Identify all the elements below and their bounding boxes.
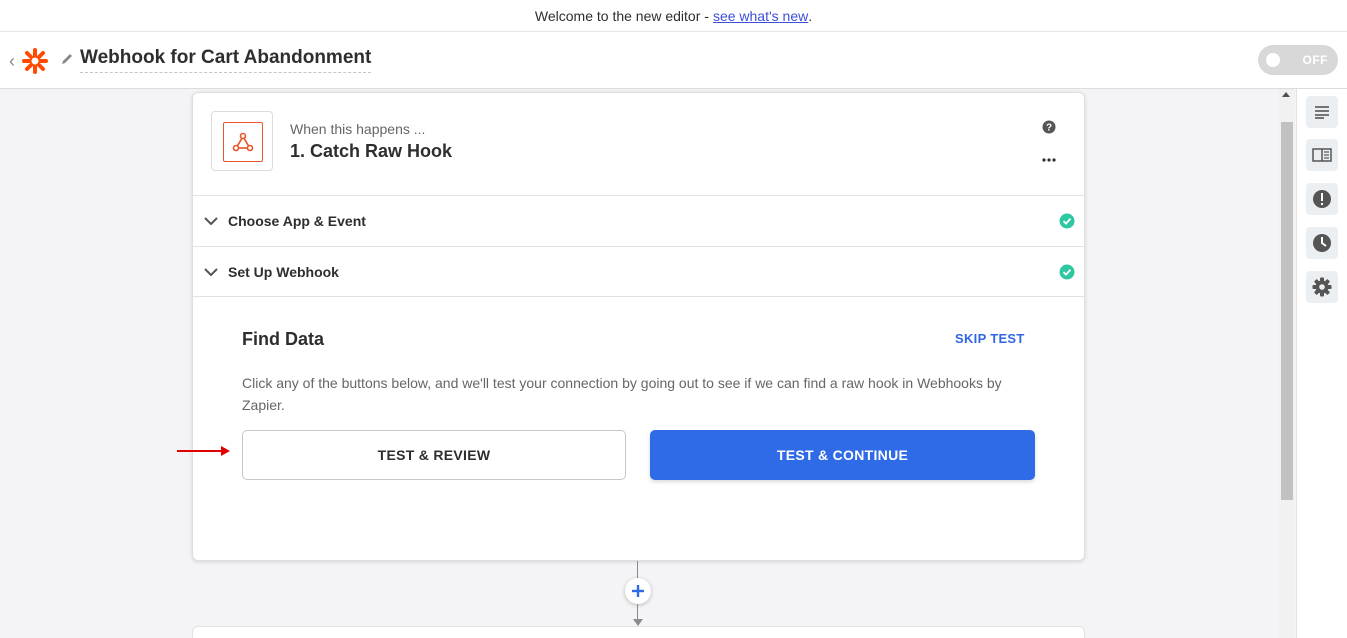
step-title[interactable]: 1. Catch Raw Hook (290, 141, 452, 162)
toggle-knob (1266, 53, 1280, 67)
test-and-review-button[interactable]: TEST & REVIEW (242, 430, 626, 480)
find-data-description: Click any of the buttons below, and we'l… (242, 375, 1002, 413)
toggle-label: OFF (1302, 53, 1328, 67)
section-choose-app-event[interactable]: Choose App & Event (193, 195, 1084, 246)
scroll-up-arrow-icon[interactable] (1282, 92, 1290, 97)
check-circle-icon (1059, 213, 1075, 229)
zap-title[interactable]: Webhook for Cart Abandonment (80, 47, 372, 73)
alerts-button[interactable] (1306, 183, 1338, 215)
back-chevron-icon[interactable]: ‹ (9, 52, 21, 70)
help-icon[interactable]: ? (1042, 120, 1056, 134)
check-circle-icon (1059, 264, 1075, 280)
skip-test-button[interactable]: SKIP TEST (955, 331, 1025, 346)
editor-header: ‹ Webhook for Cart Abandonment OFF (0, 32, 1347, 89)
section-divider (193, 296, 1084, 297)
red-annotation-arrow-icon (177, 446, 230, 456)
webhook-app-icon (223, 122, 263, 162)
plus-icon (632, 585, 644, 597)
whats-new-link[interactable]: see what's new (713, 8, 808, 24)
section-label: Choose App & Event (228, 213, 366, 229)
next-step-card[interactable] (192, 626, 1085, 638)
notes-icon (1315, 106, 1329, 119)
banner-text: Welcome to the new editor - (534, 7, 709, 24)
zap-on-off-toggle[interactable]: OFF (1258, 45, 1338, 75)
step-subtitle: When this happens ... (290, 121, 426, 137)
add-step-button[interactable] (625, 578, 651, 604)
svg-text:?: ? (1046, 123, 1052, 134)
history-icon (1313, 234, 1331, 252)
settings-icon (1312, 277, 1332, 297)
zapier-logo-icon[interactable] (22, 48, 48, 74)
app-icon-box[interactable] (211, 111, 273, 171)
welcome-banner: Welcome to the new editor - see what's n… (0, 0, 1347, 32)
settings-button[interactable] (1306, 271, 1338, 303)
banner-suffix: . (808, 7, 813, 24)
right-sidebar (1296, 89, 1347, 638)
guide-button[interactable] (1306, 139, 1338, 171)
alert-icon (1313, 190, 1331, 208)
guide-icon (1312, 148, 1332, 162)
canvas-scrollbar-thumb[interactable] (1281, 122, 1293, 500)
connector-arrow-icon (633, 619, 643, 626)
connector-line (637, 604, 638, 619)
history-button[interactable] (1306, 227, 1338, 259)
notes-button[interactable] (1306, 96, 1338, 128)
pencil-icon[interactable] (60, 52, 74, 66)
find-data-title: Find Data (242, 329, 325, 349)
section-label: Set Up Webhook (228, 264, 339, 280)
chevron-down-icon (204, 217, 218, 226)
more-options-icon[interactable] (1042, 153, 1056, 167)
test-and-continue-button[interactable]: TEST & CONTINUE (650, 430, 1035, 480)
chevron-down-icon (204, 268, 218, 277)
connector-line (637, 561, 638, 579)
trigger-step-card: When this happens ... 1. Catch Raw Hook … (192, 92, 1085, 561)
section-set-up-webhook[interactable]: Set Up Webhook (193, 246, 1084, 297)
